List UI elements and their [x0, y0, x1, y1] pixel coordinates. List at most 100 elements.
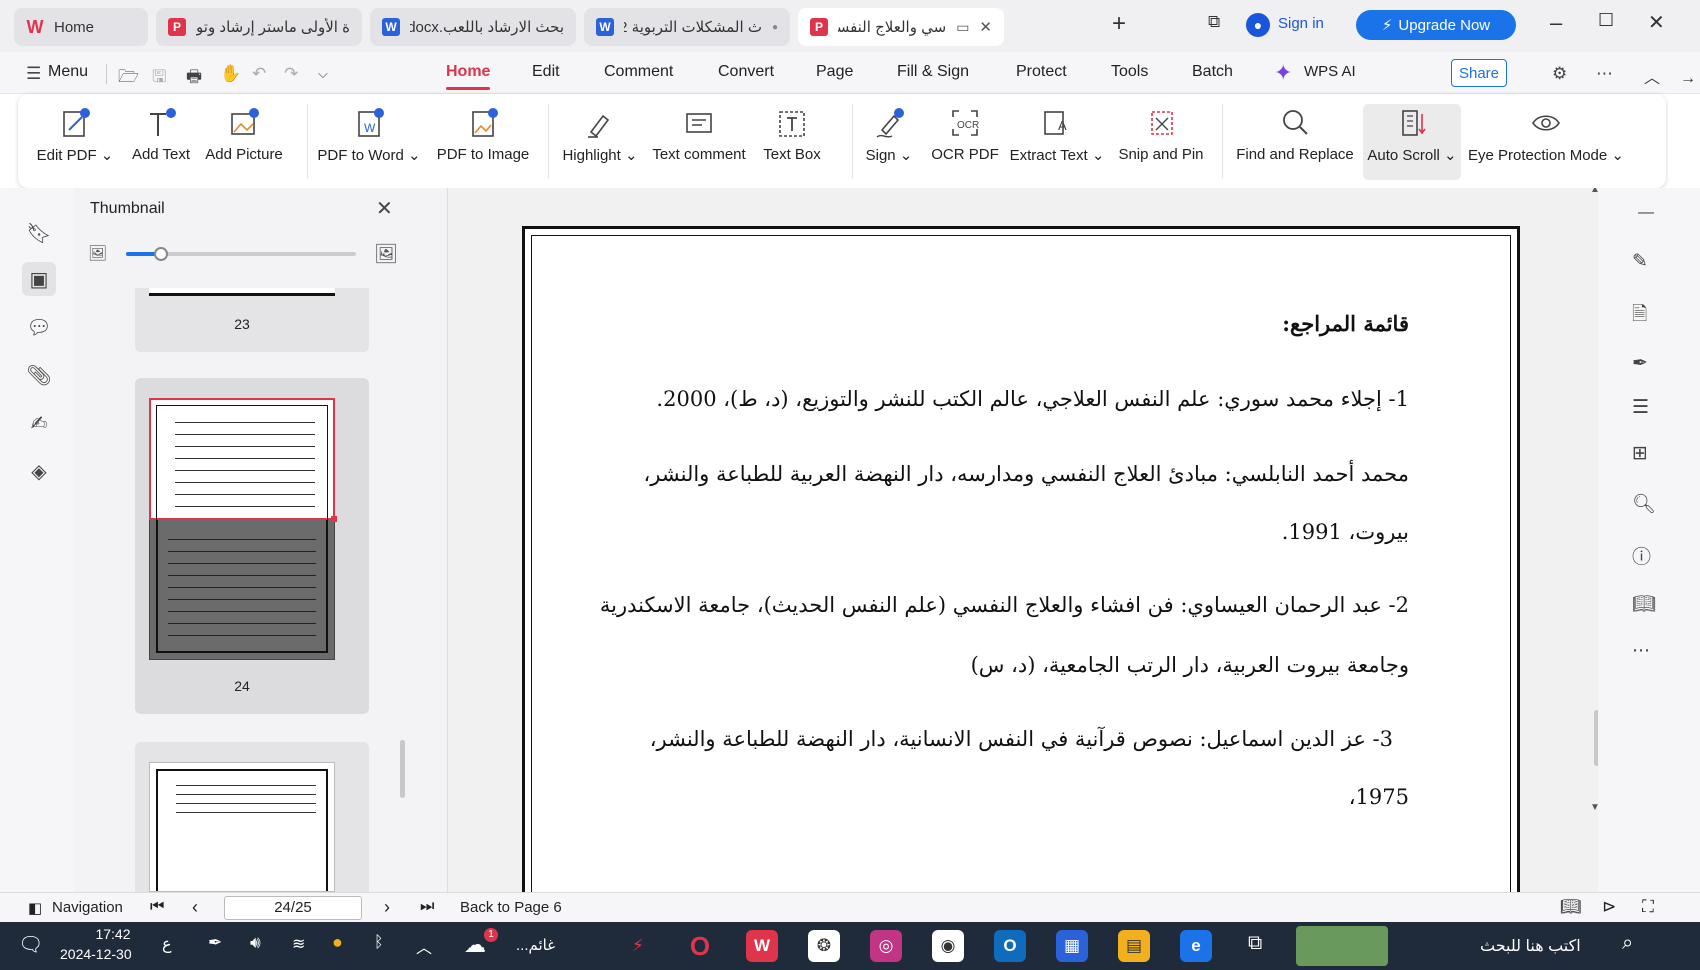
auto-scroll-button[interactable]: Auto Scroll ⌄ [1363, 104, 1461, 180]
highlight-button[interactable]: Highlight ⌄ [562, 106, 638, 178]
language-indicator[interactable]: ع [162, 934, 172, 954]
sign-tool-icon[interactable]: ✒︎ [1632, 352, 1648, 375]
window-switch-icon[interactable]: ⧉ [1208, 12, 1220, 32]
document-tool-icon[interactable]: 🗎︎ [1632, 300, 1647, 332]
undo-icon[interactable]: ↶ [252, 64, 266, 84]
print-icon[interactable]: 🖶 [186, 64, 202, 93]
comment-icon[interactable]: 💬︎ [22, 310, 56, 344]
pdf-to-image-button[interactable]: PDF to Image [430, 106, 536, 178]
book-tool-icon[interactable]: 📖︎ [1632, 592, 1656, 616]
file-explorer-icon[interactable]: ▤ [1118, 930, 1150, 962]
navigation-button[interactable]: Navigation [52, 899, 123, 916]
pdf-to-word-button[interactable]: W PDF to Word ⌄ [317, 106, 421, 178]
zoom-slider-handle[interactable] [153, 247, 168, 261]
clock-date[interactable]: 2024-12-30 [60, 946, 132, 962]
clock-time[interactable]: 17:42 [82, 926, 144, 942]
large-image-icon[interactable]: 🖼︎ [374, 242, 398, 266]
menu-button[interactable]: Menu [48, 63, 88, 81]
text-comment-button[interactable]: Text comment [650, 106, 748, 178]
prev-page-icon[interactable]: ‹ [192, 897, 198, 918]
task-view-icon[interactable]: ⧉ [1248, 932, 1262, 955]
eye-protection-button[interactable]: Eye Protection Mode ⌄ [1468, 106, 1624, 178]
page-number-input[interactable]: 24/25 [224, 896, 362, 920]
attachment-icon[interactable]: 📎︎ [22, 358, 56, 392]
app-tray-icon[interactable]: ● [332, 932, 343, 953]
user-avatar-icon[interactable]: ● [1246, 13, 1270, 37]
chrome-icon[interactable]: ◉ [932, 930, 964, 962]
extract-text-button[interactable]: A Extract Text ⌄ [1010, 106, 1104, 178]
add-text-button[interactable]: Add Text [130, 106, 192, 178]
list-tool-icon[interactable]: ☰ [1632, 396, 1649, 419]
zoom-slider[interactable] [126, 247, 356, 261]
menu-tab-page[interactable]: Page [816, 63, 853, 81]
pdf-reader-icon[interactable]: ⚡ [622, 930, 654, 962]
thumbnail-page-23[interactable]: 23 [135, 288, 369, 352]
wifi-icon[interactable]: ≋ [292, 934, 305, 954]
back-to-page-link[interactable]: Back to Page 6 [460, 899, 562, 916]
chevron-up-icon[interactable]: ︿ [416, 934, 432, 958]
minimize-icon[interactable]: – [1550, 10, 1562, 36]
first-page-icon[interactable]: ⏮︎ [150, 898, 164, 916]
pen-icon[interactable]: ✒︎ [208, 933, 222, 953]
instagram-icon[interactable]: ◎ [870, 930, 902, 962]
more-tools-icon[interactable]: ⋯ [1632, 640, 1650, 661]
outlook-icon[interactable]: O [994, 930, 1026, 962]
more-options-icon[interactable]: ⋯ [1596, 64, 1613, 84]
opera-icon[interactable]: O [684, 930, 716, 962]
edit-pdf-button[interactable]: Edit PDF ⌄ [37, 106, 113, 178]
tab-document[interactable]: W ث المشكلات التربوية 2 ● [584, 8, 790, 46]
new-tab-icon[interactable]: + [1112, 10, 1126, 38]
bluetooth-icon[interactable]: ᛒ [374, 934, 384, 952]
fullscreen-icon[interactable]: ⛶ [1642, 897, 1654, 917]
wps-taskbar-icon[interactable]: W [746, 930, 778, 962]
chevron-down-icon[interactable]: ⌵ [318, 66, 328, 82]
hand-tool-icon[interactable]: ✋ [220, 64, 241, 84]
menu-tab-tools[interactable]: Tools [1111, 63, 1148, 81]
tab-document[interactable]: W بحث الارشاد باللعب.docx [370, 8, 576, 46]
next-page-icon[interactable]: › [384, 897, 390, 918]
menu-tab-convert[interactable]: Convert [718, 63, 774, 81]
share-button[interactable]: Share [1451, 59, 1507, 87]
signature-icon[interactable]: ✍︎ [22, 406, 56, 440]
weather-cloud-icon[interactable]: ☁ [464, 932, 486, 958]
tab-document-active[interactable]: P سي والعلاج النفسي ▭ ✕ [798, 8, 1004, 46]
thumbnail-icon[interactable]: ▣ [22, 262, 56, 296]
close-panel-icon[interactable]: ✕ [376, 196, 393, 221]
menu-tab-edit[interactable]: Edit [532, 63, 560, 81]
menu-tab-batch[interactable]: Batch [1192, 63, 1233, 81]
play-icon[interactable]: ⊳ [1602, 897, 1616, 917]
menu-tab-protect[interactable]: Protect [1016, 63, 1067, 81]
find-replace-button[interactable]: Find and Replace [1236, 106, 1354, 178]
scroll-up-icon[interactable]: ▲ [1590, 188, 1598, 195]
redo-icon[interactable]: ↷ [284, 64, 298, 84]
wps-ai-button[interactable]: WPS AI [1304, 63, 1356, 80]
ocr-pdf-button[interactable]: OCR OCR PDF [930, 106, 1000, 178]
notification-center-icon[interactable]: 🗨︎ [18, 932, 43, 957]
search-tool-icon[interactable]: 🔍︎ [1632, 492, 1656, 516]
snip-and-pin-button[interactable]: Snip and Pin [1116, 106, 1206, 178]
menu-tab-comment[interactable]: Comment [604, 63, 673, 81]
hamburger-icon[interactable]: ☰ [26, 64, 41, 84]
tab-home[interactable]: W Home [14, 8, 148, 46]
collapse-right-icon[interactable]: — [1638, 204, 1654, 222]
store-icon[interactable]: ▦ [1056, 930, 1088, 962]
sign-in-link[interactable]: Sign in [1278, 15, 1324, 32]
fingerprint-app-icon[interactable]: ❂ [808, 930, 840, 962]
read-mode-icon[interactable]: 📖︎ [1560, 897, 1582, 917]
layers-icon[interactable]: ◈ [22, 454, 56, 488]
settings-gear-icon[interactable]: ⚙ [1552, 64, 1567, 84]
last-page-icon[interactable]: ⏭︎ [420, 898, 434, 916]
close-window-icon[interactable]: ✕ [1648, 10, 1665, 35]
volume-icon[interactable]: 🔊︎ [250, 933, 261, 953]
collapse-ribbon-icon[interactable]: ︿ [1644, 64, 1660, 88]
panel-scrollbar[interactable] [400, 740, 405, 798]
menu-tab-fill-sign[interactable]: Fill & Sign [897, 63, 969, 81]
maximize-icon[interactable]: ☐ [1598, 10, 1614, 31]
thumbnail-page-25[interactable] [135, 742, 369, 892]
layout-tool-icon[interactable]: ⊞ [1632, 442, 1648, 465]
add-picture-button[interactable]: Add Picture [205, 106, 283, 178]
bookmark-icon[interactable]: 🔖︎ [22, 216, 56, 250]
sign-button[interactable]: Sign ⌄ [864, 106, 914, 178]
visible-area-indicator[interactable] [149, 398, 337, 524]
save-icon[interactable]: 🖫 [152, 64, 166, 93]
